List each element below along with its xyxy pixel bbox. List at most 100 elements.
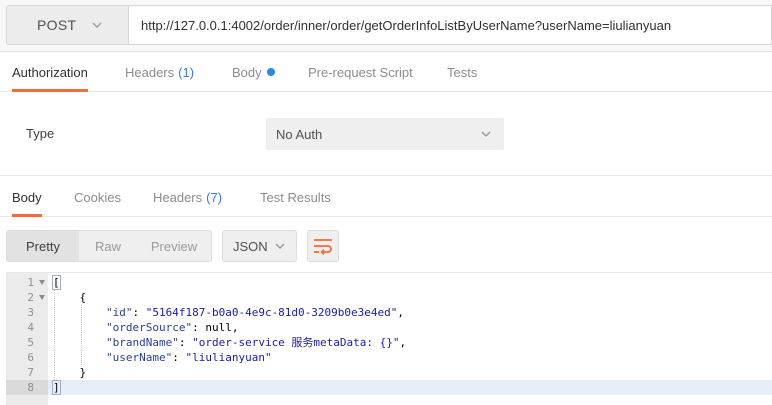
tab-label: Headers (125, 64, 175, 80)
fold-arrow-icon[interactable] (39, 280, 45, 285)
line-number: 1 (27, 276, 34, 289)
tab-label: Body (232, 64, 262, 80)
auth-type-select[interactable]: No Auth (266, 118, 504, 150)
code-token: , (397, 306, 405, 319)
code-token: , (231, 321, 239, 334)
tab-label: Test Results (260, 189, 331, 205)
code-line: 6 "userName": "liulianyuan" (6, 350, 772, 365)
authorization-panel: Type No Auth (0, 92, 772, 176)
tab-label: Pre-request Script (308, 64, 413, 80)
request-tabs: Authorization Headers (1) Body Pre-reque… (0, 52, 772, 92)
code-content: } (48, 365, 772, 380)
auth-type-value: No Auth (276, 126, 323, 142)
tab-response-body[interactable]: Body (12, 177, 42, 217)
fold-arrow-icon[interactable] (39, 295, 45, 300)
auth-type-label: Type (26, 126, 55, 141)
code-content: "orderSource": null, (48, 320, 772, 335)
view-label: Preview (150, 238, 198, 254)
method-select[interactable]: POST (6, 5, 128, 45)
wrap-lines-button[interactable] (307, 230, 339, 262)
indent-guide (54, 350, 55, 365)
code-text: { (53, 290, 86, 305)
line-number: 7 (27, 366, 34, 379)
code-token: : (192, 321, 206, 334)
line-number: 4 (27, 321, 34, 334)
response-tabs: Body Cookies Headers (7) Test Results (0, 177, 772, 217)
line-number: 5 (27, 336, 34, 349)
code-text: "id": "5164f187-b0a0-4e9c-81d0-3209b0e3e… (53, 305, 404, 320)
code-token: "order-service 服务metaData: {}" (192, 336, 400, 349)
code-line: 8] (6, 380, 772, 395)
code-token: "userName" (105, 351, 173, 364)
tab-response-headers[interactable]: Headers (7) (153, 177, 222, 217)
response-body-editor[interactable]: 1[2 {3 "id": "5164f187-b0a0-4e9c-81d0-32… (6, 272, 772, 405)
indent-guide (81, 305, 82, 320)
code-line: 2 { (6, 290, 772, 305)
view-label: Raw (94, 238, 121, 254)
tab-authorization[interactable]: Authorization (12, 52, 88, 92)
code-line: 1[ (6, 275, 772, 290)
format-select[interactable]: JSON (222, 230, 297, 262)
tab-test-results[interactable]: Test Results (260, 177, 331, 217)
line-number-cell: 8 (6, 380, 48, 395)
chevron-down-icon (275, 243, 285, 249)
line-number: 6 (27, 351, 34, 364)
code-token: null (205, 321, 232, 334)
view-pretty-button[interactable]: Pretty (7, 231, 79, 261)
tab-headers[interactable]: Headers (1) (125, 52, 194, 92)
tab-cookies[interactable]: Cookies (74, 177, 121, 217)
line-number: 3 (27, 306, 34, 319)
code-text: ] (52, 380, 61, 395)
code-token: [ (52, 275, 61, 290)
request-bar: POST http://127.0.0.1:4002/order/inner/o… (0, 0, 772, 52)
line-number: 8 (27, 381, 34, 394)
indent-guide (81, 320, 82, 335)
view-preview-button[interactable]: Preview (137, 231, 211, 261)
code-token: ] (52, 380, 61, 395)
code-line: 7 } (6, 365, 772, 380)
line-number-cell: 5 (6, 335, 48, 350)
tab-body[interactable]: Body (232, 52, 275, 92)
wrap-lines-icon (314, 239, 332, 256)
code-token: : (178, 336, 193, 349)
line-number: 2 (27, 291, 34, 304)
chevron-down-icon (481, 131, 491, 137)
tab-count: (1) (178, 64, 195, 80)
view-raw-button[interactable]: Raw (79, 231, 137, 261)
code-text: "userName": "liulianyuan" (53, 350, 272, 365)
view-label: Pretty (26, 238, 60, 254)
indent-guide (54, 365, 55, 380)
tab-label: Tests (447, 64, 478, 80)
tab-label: Headers (153, 189, 203, 205)
line-number-cell: 2 (6, 290, 48, 305)
code-text: "brandName": "order-service 服务metaData: … (53, 335, 406, 350)
tab-pre-request-script[interactable]: Pre-request Script (308, 52, 413, 92)
tab-tests[interactable]: Tests (447, 52, 477, 92)
indent-guide (54, 290, 55, 305)
code-content: "id": "5164f187-b0a0-4e9c-81d0-3209b0e3e… (48, 305, 772, 320)
code-token: : (172, 351, 186, 364)
response-toolbar: Pretty Raw Preview JSON (0, 218, 772, 272)
code-text: } (53, 365, 86, 380)
code-content: "userName": "liulianyuan" (48, 350, 772, 365)
code-line: 5 "brandName": "order-service 服务metaData… (6, 335, 772, 350)
code-token: "liulianyuan" (185, 351, 272, 364)
code-text: [ (52, 275, 61, 290)
code-token: } (53, 366, 87, 379)
indent-guide (54, 320, 55, 335)
format-value: JSON (233, 238, 268, 254)
tab-label: Body (12, 189, 42, 205)
chevron-down-icon (92, 22, 102, 28)
view-mode-group: Pretty Raw Preview (6, 230, 212, 262)
code-content: ] (48, 380, 772, 395)
code-token: "id" (105, 306, 133, 319)
url-input[interactable]: http://127.0.0.1:4002/order/inner/order/… (128, 5, 772, 45)
code-token: "5164f187-b0a0-4e9c-81d0-3209b0e3e4ed" (145, 306, 398, 319)
code-content: [ (48, 275, 772, 290)
code-content: { (48, 290, 772, 305)
tab-label: Authorization (12, 64, 88, 80)
